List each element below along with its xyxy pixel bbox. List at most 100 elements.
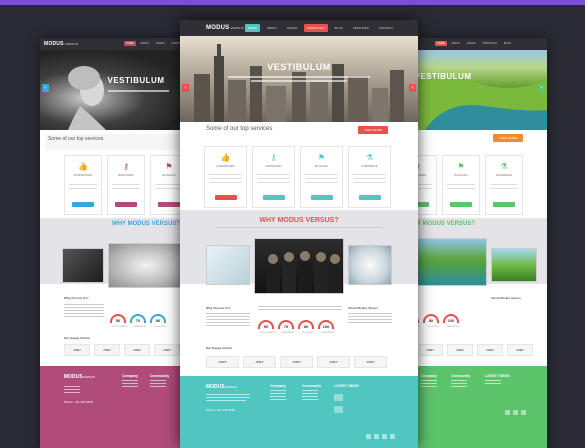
client-logo[interactable]: JOBY [94, 344, 120, 356]
hero-title: VESTIBULUM [107, 76, 165, 85]
service-card[interactable]: ⚷ MAINTAINING [107, 155, 145, 215]
service-card[interactable]: ⚗ EXPERIENCE [348, 146, 391, 208]
client-logo[interactable]: JOBY [124, 344, 150, 356]
footer-company: Company [421, 374, 437, 389]
nav-about[interactable]: ABOUT [139, 41, 152, 46]
photo-business-team [254, 238, 344, 294]
footer: MODUSVERSUS Phone: +01 234 5678 Company … [180, 376, 418, 448]
flag-icon: ⚑ [165, 162, 173, 171]
client-logo[interactable]: JOBY [354, 356, 387, 368]
service-card[interactable]: 👍 SUPERMODEM [204, 146, 247, 208]
nav-home[interactable]: HOME [435, 41, 447, 46]
brand-logo[interactable]: MODUSVERSUS [206, 25, 244, 31]
hero-slider: VESTIBULUM ‹ › [180, 36, 418, 122]
client-logo[interactable]: JOBY [243, 356, 276, 368]
client-logo[interactable]: JOBY [507, 344, 533, 356]
card-button[interactable] [358, 195, 381, 200]
hero-title: VESTIBULUM [267, 62, 331, 72]
footer-community: Community [302, 384, 321, 402]
client-logos: JOBY JOBY JOBY JOBY [417, 344, 533, 356]
nav-about[interactable]: ABOUT [450, 41, 463, 46]
twitter-icon[interactable] [513, 410, 518, 415]
slider-next-arrow-icon[interactable]: › [538, 84, 545, 92]
photo-landscape-2 [491, 248, 537, 282]
services-title: Some of our top services [48, 136, 104, 142]
gauge: 100 MARKETING [443, 314, 459, 328]
nav-about[interactable]: ABOUT [264, 24, 280, 32]
nav-blog[interactable]: BLOG [502, 41, 513, 46]
service-card[interactable]: ⚗ EXPERIENCE [485, 155, 523, 215]
gauge: 70WEBDESIGN [278, 320, 294, 334]
client-logo[interactable]: JOBY [447, 344, 473, 356]
hero-slider: VESTIBULUM ‹ [40, 50, 192, 130]
nav-features[interactable]: FEATURES [350, 24, 372, 32]
footer-about [206, 394, 252, 403]
why-title: WHY MODUS VERSUS? [259, 217, 339, 224]
skill-gauges: 50 PHOTOGRAPHY 70 WEBDESIGN 80 BLOGGING 100… [258, 320, 334, 334]
rss-icon[interactable] [521, 410, 526, 415]
slider-next-arrow-icon[interactable]: › [409, 84, 416, 92]
gauge: 50 PHOTOGRAPHY [258, 320, 276, 334]
footer-news: LATEST NEWS [334, 384, 359, 388]
services-title: Some of our top services [206, 126, 273, 132]
skill-gauges: 50 PHOTOGRAPHY 70 WEBDESIGN 80 BLOGGING [110, 314, 166, 328]
client-logo[interactable]: JOBY [206, 356, 239, 368]
client-logo[interactable]: JOBY [477, 344, 503, 356]
footer-news: LATEST NEWS [485, 374, 510, 386]
facebook-icon[interactable] [366, 434, 371, 439]
clients-heading: Our Happy Clients [206, 346, 233, 350]
google-icon[interactable] [390, 434, 395, 439]
nav-pages[interactable]: PAGES [284, 24, 300, 32]
nav-portfolio[interactable]: PORTFOLIO [304, 24, 328, 32]
service-card[interactable]: ⚑ BLOGGING [300, 146, 343, 208]
slider-prev-arrow-icon[interactable]: ‹ [182, 84, 189, 92]
nav-contact[interactable]: CONTACT [376, 24, 396, 32]
nav-home[interactable]: HOME [124, 41, 136, 46]
service-card[interactable]: 👍 SUPERMODEM [64, 155, 102, 215]
twitter-icon[interactable] [374, 434, 379, 439]
client-logos: JOBY JOBY JOBY JOBY JOBY [206, 356, 387, 368]
theme-preview-teal[interactable]: MODUSVERSUS HOME ABOUT PAGES PORTFOLIO B… [180, 20, 418, 448]
news-thumbnail[interactable] [334, 394, 343, 401]
news-thumbnail[interactable] [334, 406, 343, 413]
nav-home[interactable]: HOME [244, 24, 260, 32]
client-logo[interactable]: JOBY [317, 356, 350, 368]
footer-company: Company [270, 384, 286, 402]
about-heading: About Modus Versus [491, 296, 521, 300]
flask-icon: ⚗ [365, 153, 374, 162]
card-button[interactable] [450, 202, 472, 207]
facebook-icon[interactable] [505, 410, 510, 415]
card-button[interactable] [158, 202, 180, 207]
brand-logo[interactable]: MODUSVERSUS [44, 41, 78, 47]
view-more-button[interactable]: VIEW MORE [493, 134, 523, 142]
card-button[interactable] [72, 202, 94, 207]
nav-portfolio[interactable]: PORTFOLIO [481, 41, 499, 46]
view-more-button[interactable]: VIEW MORE [358, 126, 388, 134]
footer-about [64, 386, 104, 395]
thumb-up-icon: 👍 [78, 162, 88, 171]
hero-subtitle-line [251, 80, 347, 82]
services-header: Some of our top services VIEW MORE [186, 124, 412, 142]
card-button[interactable] [493, 202, 515, 207]
service-cards: 👍 SUPERMODEM ⚷ MAINTAINING ⚑ BLOGGING [64, 155, 188, 215]
nav-blog[interactable]: BLOG [332, 24, 346, 32]
nav-pages[interactable]: PAGES [465, 41, 477, 46]
theme-preview-pink[interactable]: MODUSVERSUS HOME ABOUT PAGES PORTFOLIO V… [40, 38, 192, 448]
about-heading: About Modus Versus [348, 306, 378, 310]
slider-prev-arrow-icon[interactable]: ‹ [42, 84, 49, 92]
footer-company: Company [122, 374, 138, 389]
card-button[interactable] [310, 195, 333, 200]
service-card[interactable]: ⚑ BLOGGING [442, 155, 480, 215]
why-choose-heading: Why Choose Us? [64, 296, 89, 300]
rss-icon[interactable] [382, 434, 387, 439]
card-button[interactable] [262, 195, 285, 200]
card-button[interactable] [115, 202, 137, 207]
client-logo[interactable]: JOBY [280, 356, 313, 368]
nav-pages[interactable]: PAGES [154, 41, 166, 46]
client-logo[interactable]: JOBY [417, 344, 443, 356]
client-logo[interactable]: JOBY [64, 344, 90, 356]
card-button[interactable] [214, 195, 237, 200]
service-card[interactable]: ⚷ MAINTAINING [252, 146, 295, 208]
gauge: 80 BLOGGING [150, 314, 166, 328]
client-logo[interactable]: JOBY [154, 344, 180, 356]
